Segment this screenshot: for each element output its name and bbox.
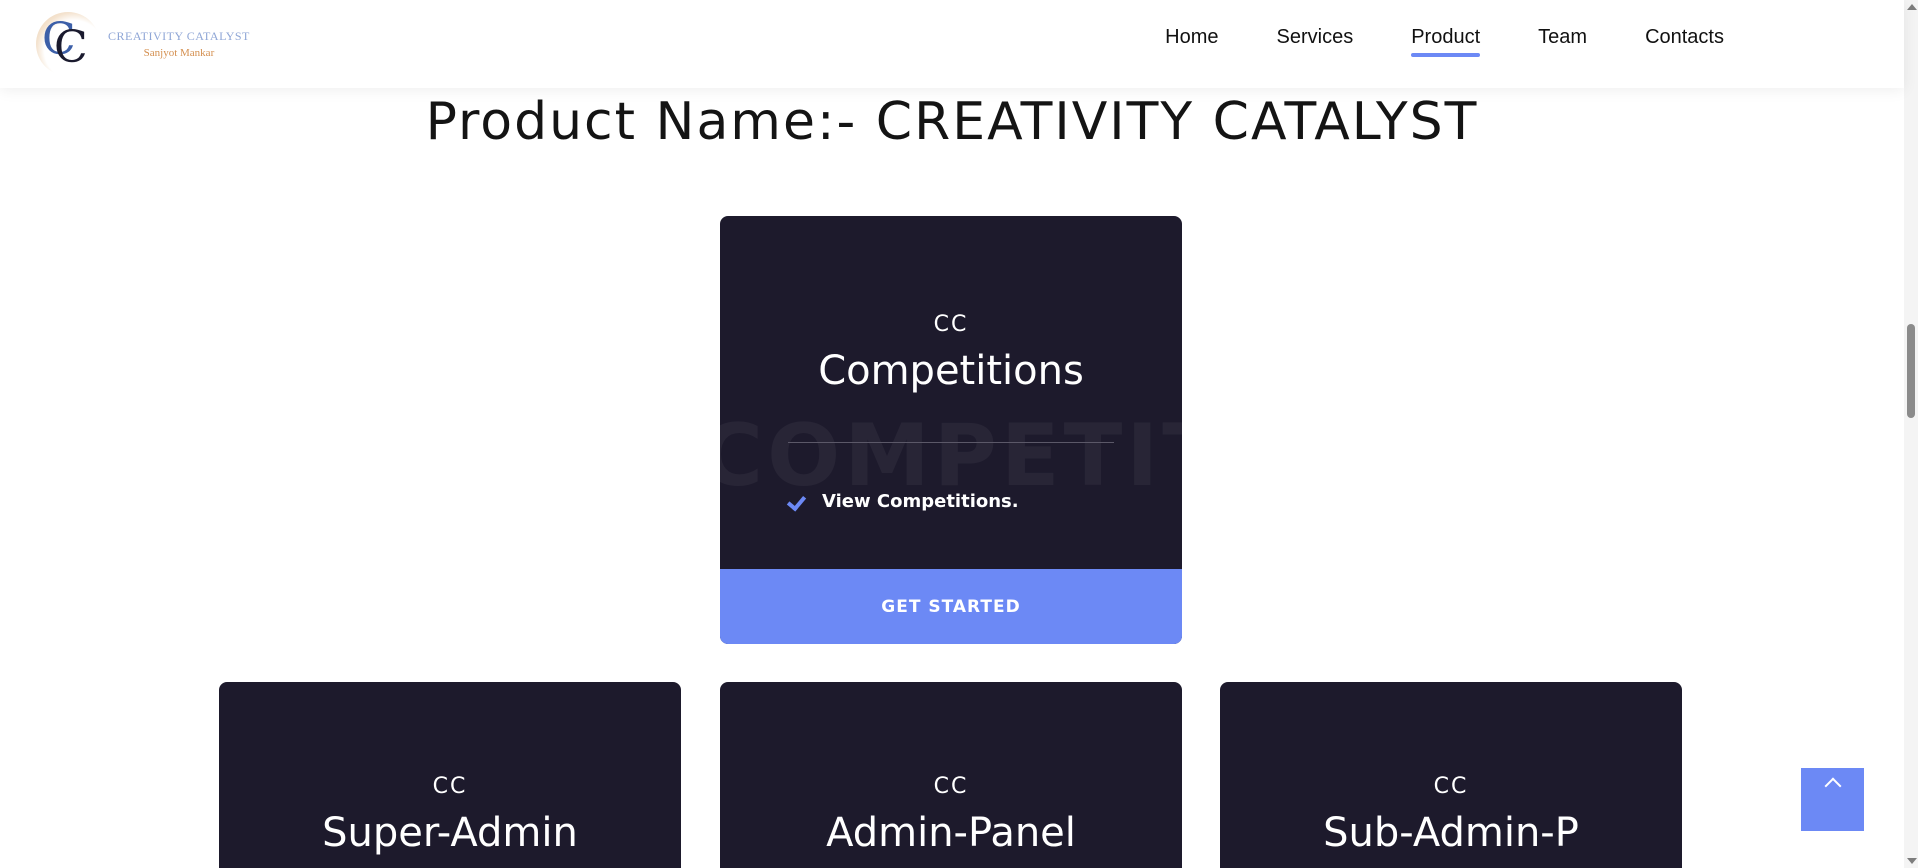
logo-subtitle: Sanjyot Mankar xyxy=(143,47,215,59)
scroll-down-icon[interactable] xyxy=(1907,858,1917,864)
card-title: Admin-Panel xyxy=(826,810,1076,856)
nav-services[interactable]: Services xyxy=(1277,26,1354,55)
card-divider xyxy=(788,442,1114,443)
feature-label: View Competitions. xyxy=(822,491,1019,512)
card-tag: CC xyxy=(432,774,468,799)
card-tag: CC xyxy=(933,312,969,337)
site-header: C C CREATIVITY CATALYST Sanjyot Mankar H… xyxy=(0,0,1904,88)
card-title: Competitions xyxy=(818,348,1084,394)
card-title: Sub-Admin-P xyxy=(1323,810,1579,856)
chevron-up-icon xyxy=(1824,777,1841,795)
logo-mark-icon: C C xyxy=(36,12,100,76)
main-nav: Home Services Product Team Contacts xyxy=(1165,26,1724,57)
feature-item: View Competitions. xyxy=(788,491,1019,512)
check-icon xyxy=(788,495,808,509)
back-to-top-button[interactable] xyxy=(1801,768,1864,831)
product-card-sub-admin: CC Sub-Admin-P xyxy=(1220,682,1682,868)
nav-contacts[interactable]: Contacts xyxy=(1645,26,1724,55)
logo[interactable]: C C CREATIVITY CATALYST Sanjyot Mankar xyxy=(36,12,250,76)
page-title: Product Name:- CREATIVITY CATALYST xyxy=(425,92,1479,152)
scrollbar-thumb[interactable] xyxy=(1907,324,1915,418)
product-card-competitions: CC Competitions COMPETITON View Competit… xyxy=(720,216,1182,644)
get-started-button[interactable]: GET STARTED xyxy=(720,569,1182,644)
card-tag: CC xyxy=(1433,774,1469,799)
card-tag: CC xyxy=(933,774,969,799)
card-title: Super-Admin xyxy=(322,810,578,856)
page-scrollbar[interactable] xyxy=(1904,0,1918,868)
nav-home[interactable]: Home xyxy=(1165,26,1218,55)
nav-team[interactable]: Team xyxy=(1538,26,1587,55)
product-card-admin-panel: CC Admin-Panel xyxy=(720,682,1182,868)
nav-product[interactable]: Product xyxy=(1411,26,1480,57)
product-card-super-admin: CC Super-Admin xyxy=(219,682,681,868)
scroll-up-icon[interactable] xyxy=(1907,4,1917,10)
logo-title: CREATIVITY CATALYST xyxy=(108,29,250,43)
